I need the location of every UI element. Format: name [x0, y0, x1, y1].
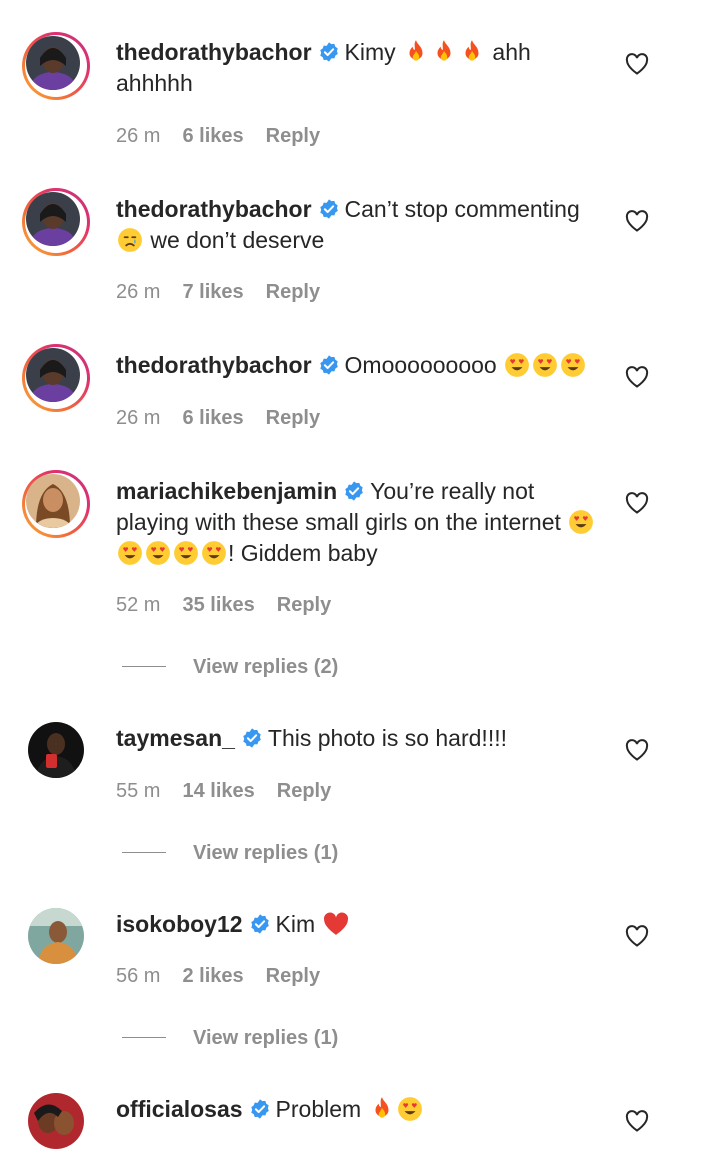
- verified-badge-icon: [250, 1099, 269, 1119]
- divider: [122, 666, 166, 667]
- comment-likes[interactable]: 14 likes: [182, 780, 254, 802]
- heart-outline-icon[interactable]: [625, 53, 649, 75]
- heart-outline-icon[interactable]: [625, 366, 649, 388]
- avatar[interactable]: [28, 908, 84, 964]
- comment-text: thedorathybachor Can’t stop commenting we…: [116, 196, 580, 253]
- comment-text: taymesan_ This photo is so hard!!!!: [116, 725, 507, 751]
- comment-meta: 52 m 35 likes Reply: [116, 594, 331, 617]
- verified-badge-icon: [250, 914, 269, 934]
- reply-button[interactable]: Reply: [266, 281, 320, 303]
- comment-username[interactable]: officialosas: [116, 1096, 243, 1122]
- heart-eyes-icon: [202, 541, 226, 565]
- comment-text: thedorathybachor Kimy ahh ahhhhh: [116, 39, 531, 96]
- heart-eyes-icon: [561, 353, 586, 377]
- fire-icon: [375, 1097, 389, 1118]
- heart-outline-icon[interactable]: [625, 925, 649, 947]
- verified-badge-icon: [319, 199, 338, 219]
- heart-eyes-icon: [533, 353, 558, 377]
- comment-username[interactable]: mariachikebenjamin: [116, 478, 337, 504]
- reply-button[interactable]: Reply: [277, 780, 331, 802]
- view-replies-button[interactable]: View replies (1): [122, 842, 338, 865]
- comment-text: mariachikebenjamin You’re really not play…: [116, 476, 606, 569]
- heart-outline-icon[interactable]: [625, 739, 649, 761]
- verified-badge-icon: [319, 355, 338, 375]
- heart-eyes-icon: [118, 541, 142, 565]
- fire-icon: [465, 40, 479, 61]
- reply-button[interactable]: Reply: [266, 407, 320, 429]
- comment-text: thedorathybachor Omooooooooo: [116, 350, 606, 381]
- avatar[interactable]: [28, 722, 84, 778]
- heart-eyes-icon: [569, 510, 594, 534]
- avatar[interactable]: [22, 470, 90, 538]
- comment-time: 26 m: [116, 407, 161, 429]
- comment-likes[interactable]: 2 likes: [182, 965, 243, 987]
- divider: [122, 1037, 166, 1038]
- avatar[interactable]: [22, 188, 90, 256]
- view-replies-button[interactable]: View replies (2): [122, 656, 338, 679]
- red-heart-icon: [323, 912, 348, 935]
- comment-meta: 26 m 6 likes Reply: [116, 125, 320, 148]
- comment-username[interactable]: thedorathybachor: [116, 352, 312, 378]
- comment-time: 55 m: [116, 780, 161, 802]
- comment-likes[interactable]: 7 likes: [182, 281, 243, 303]
- heart-eyes-icon: [174, 541, 198, 565]
- verified-badge-icon: [345, 481, 363, 501]
- heart-eyes-icon: [505, 353, 530, 377]
- comment-likes[interactable]: 6 likes: [182, 407, 243, 429]
- divider: [122, 852, 166, 853]
- avatar[interactable]: [22, 344, 90, 412]
- verified-badge-icon: [319, 42, 338, 62]
- comment-time: 52 m: [116, 594, 161, 616]
- comment-username[interactable]: thedorathybachor: [116, 196, 312, 222]
- reply-button[interactable]: Reply: [266, 125, 320, 147]
- heart-outline-icon[interactable]: [625, 492, 649, 514]
- view-replies-button[interactable]: View replies (1): [122, 1027, 338, 1050]
- reply-button[interactable]: Reply: [277, 594, 331, 616]
- comment-meta: 55 m 14 likes Reply: [116, 780, 331, 803]
- fire-icon: [409, 40, 423, 61]
- fire-icon: [437, 40, 451, 61]
- comment-time: 56 m: [116, 965, 161, 987]
- comment-username[interactable]: taymesan_: [116, 725, 235, 751]
- comment-meta: 26 m 6 likes Reply: [116, 407, 320, 430]
- heart-outline-icon[interactable]: [625, 1110, 649, 1132]
- verified-badge-icon: [243, 728, 261, 748]
- comment-username[interactable]: thedorathybachor: [116, 39, 312, 65]
- comment-username[interactable]: isokoboy12: [116, 911, 243, 937]
- comment-likes[interactable]: 35 likes: [182, 594, 254, 616]
- avatar[interactable]: [22, 32, 90, 100]
- avatar[interactable]: [28, 1093, 84, 1149]
- comment-meta: 26 m 7 likes Reply: [116, 281, 320, 304]
- crying-face-icon: [118, 228, 142, 252]
- comment-meta: 56 m 2 likes Reply: [116, 965, 320, 988]
- comment-likes[interactable]: 6 likes: [182, 125, 243, 147]
- comment-text: isokoboy12 Kim: [116, 909, 606, 940]
- comment-time: 26 m: [116, 281, 161, 303]
- comment-time: 26 m: [116, 125, 161, 147]
- reply-button[interactable]: Reply: [266, 965, 320, 987]
- comment-text: officialosas Problem: [116, 1094, 606, 1125]
- heart-eyes-icon: [146, 541, 170, 565]
- heart-outline-icon[interactable]: [625, 210, 649, 232]
- heart-eyes-icon: [397, 1097, 422, 1121]
